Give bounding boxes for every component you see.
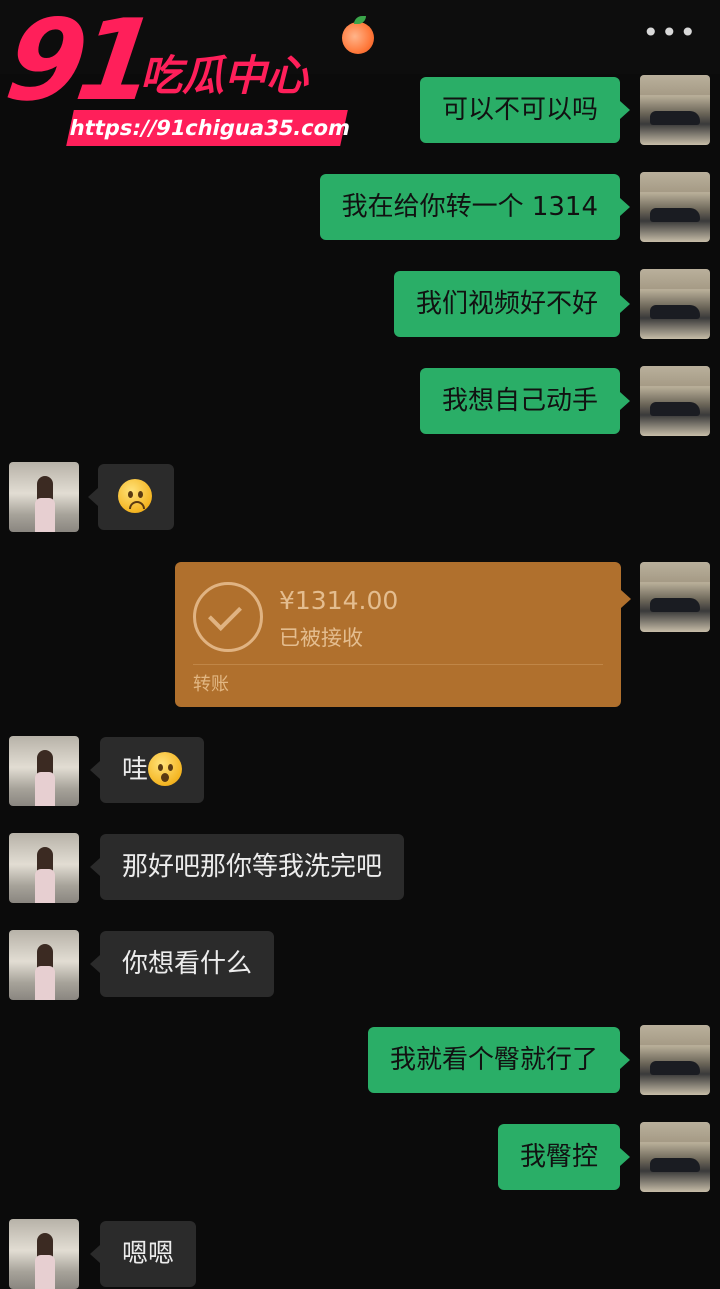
message-text: 哇	[122, 755, 149, 785]
watermark-logo: 91 吃瓜中心 https://91chigua35.com	[0, 0, 374, 150]
check-circle-icon	[193, 582, 263, 652]
more-options-button[interactable]: •••	[642, 18, 698, 48]
outgoing-message[interactable]: 我们视频好不好	[393, 271, 631, 337]
watermark-number: 91	[0, 0, 157, 126]
message-text: 我就看个臀就行了	[389, 1045, 598, 1075]
contact-avatar[interactable]	[9, 930, 79, 1000]
message-text: 可以不可以吗	[441, 95, 598, 125]
message-text: 我在给你转一个 1314	[341, 192, 598, 222]
contact-avatar[interactable]	[9, 462, 79, 532]
outgoing-message[interactable]: 可以不可以吗	[419, 77, 631, 143]
divider	[193, 664, 603, 665]
incoming-message[interactable]	[88, 464, 174, 530]
my-avatar[interactable]	[640, 1025, 710, 1095]
my-avatar[interactable]	[640, 172, 710, 242]
outgoing-message[interactable]: 我臀控	[497, 1124, 631, 1190]
contact-avatar[interactable]	[9, 736, 79, 806]
transfer-amount: ¥1314.00	[279, 586, 399, 615]
message-text: 你想看什么	[122, 949, 253, 979]
watermark-title: 吃瓜中心	[140, 51, 309, 100]
incoming-message[interactable]: 嗯嗯	[89, 1221, 197, 1287]
incoming-message[interactable]: 那好吧那你等我洗完吧	[89, 834, 405, 900]
outgoing-message[interactable]: 我在给你转一个 1314	[319, 174, 631, 240]
my-avatar[interactable]	[640, 75, 710, 145]
outgoing-message[interactable]: 我想自己动手	[419, 368, 631, 434]
my-avatar[interactable]	[640, 269, 710, 339]
watermark-url: https://91chigua35.com	[66, 110, 353, 146]
transfer-label: 转账	[193, 674, 229, 695]
outgoing-message[interactable]: 我就看个臀就行了	[367, 1027, 631, 1093]
my-avatar[interactable]	[640, 1122, 710, 1192]
my-avatar[interactable]	[640, 562, 710, 632]
message-text: 我臀控	[519, 1142, 598, 1172]
transfer-card[interactable]: ¥1314.00 已被接收 转账	[175, 562, 631, 707]
message-text: 那好吧那你等我洗完吧	[122, 852, 383, 882]
contact-avatar[interactable]	[9, 1219, 79, 1289]
my-avatar[interactable]	[640, 366, 710, 436]
incoming-message[interactable]: 你想看什么	[89, 931, 275, 997]
transfer-status: 已被接收	[279, 626, 363, 650]
contact-avatar[interactable]	[9, 833, 79, 903]
incoming-message[interactable]: 哇	[89, 737, 205, 803]
message-text: 嗯嗯	[122, 1239, 175, 1269]
disappointed-face-icon	[118, 478, 152, 513]
surprised-face-icon	[148, 751, 183, 786]
message-text: 我们视频好不好	[415, 289, 598, 319]
message-text: 我想自己动手	[441, 386, 598, 416]
peach-icon	[342, 16, 374, 54]
